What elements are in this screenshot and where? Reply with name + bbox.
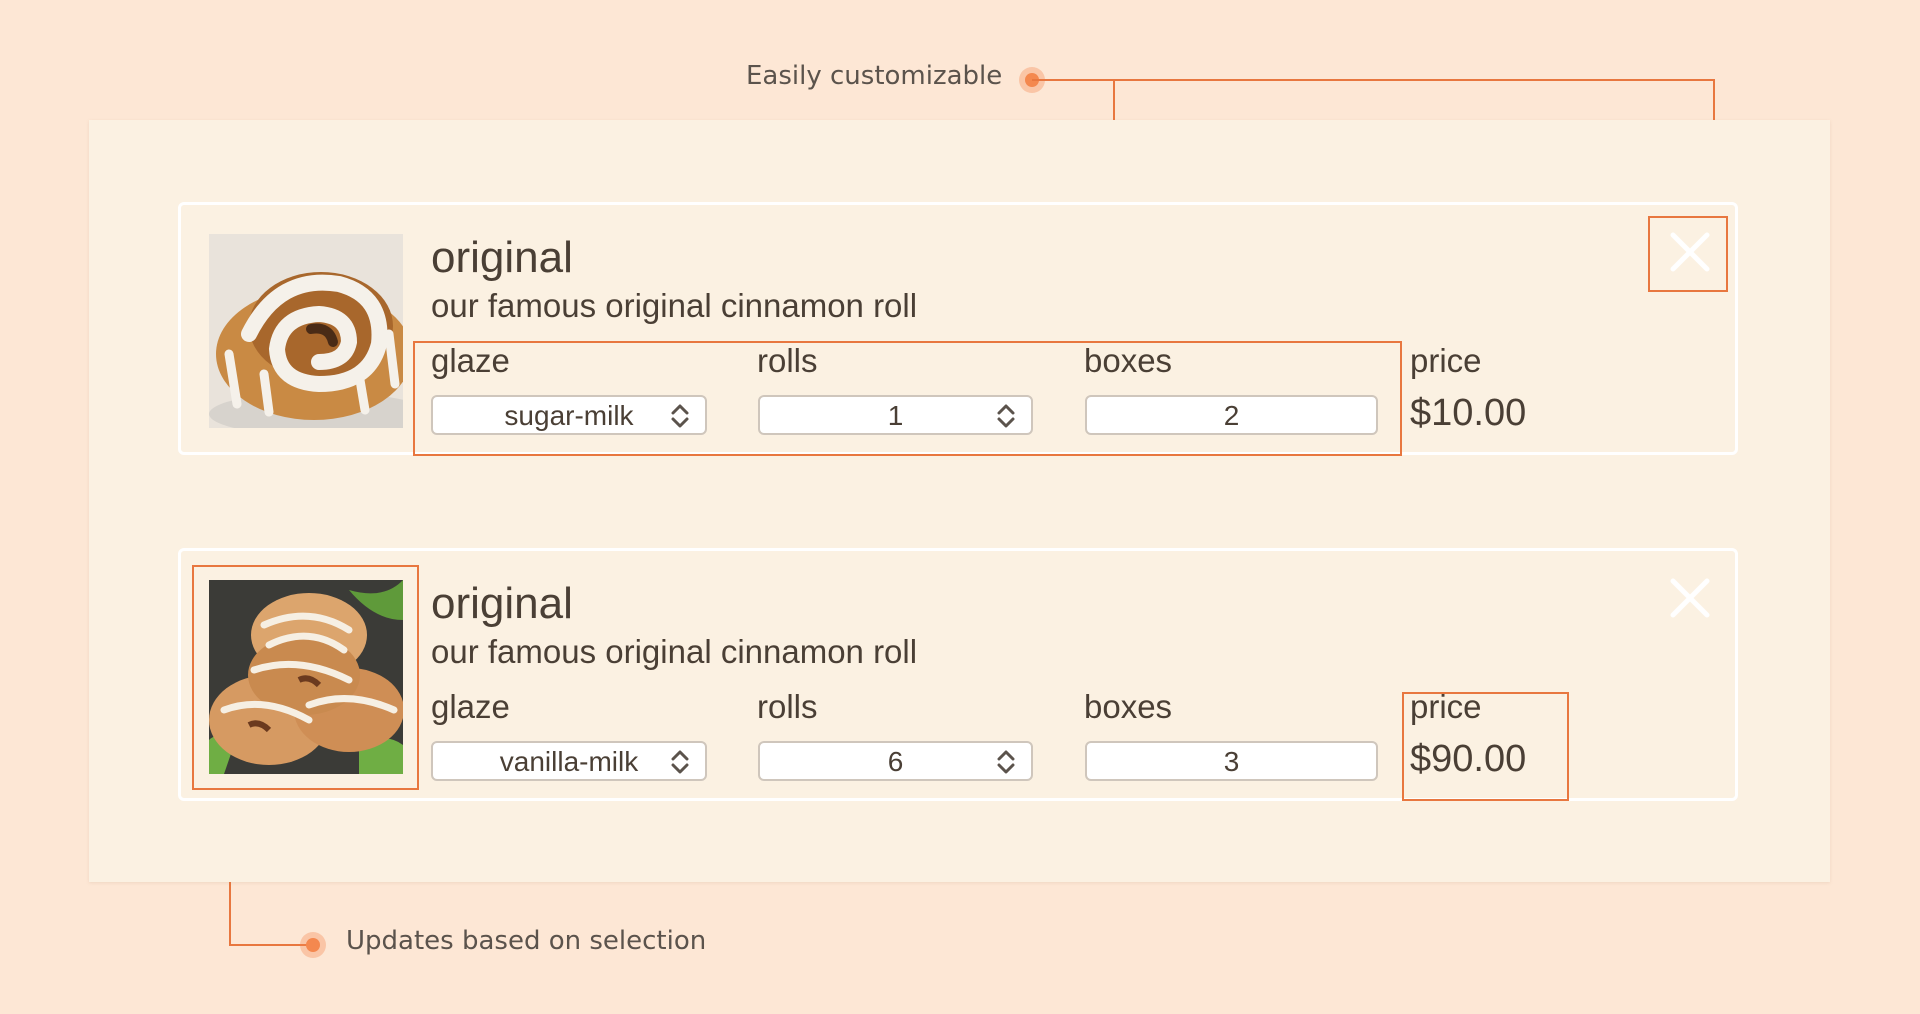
annotation-easily-customizable: Easily customizable	[746, 61, 1003, 91]
price-value: $10.00	[1410, 392, 1527, 434]
boxes-input[interactable]: 3	[1085, 741, 1378, 781]
highlight-remove-button	[1648, 216, 1728, 292]
close-icon	[1670, 578, 1710, 618]
product-image-glazed-roll	[209, 234, 403, 428]
glaze-select-value: vanilla-milk	[499, 746, 639, 777]
glaze-select[interactable]: vanilla-milk	[431, 741, 707, 781]
product-title: original	[431, 233, 573, 282]
highlight-product-image	[192, 565, 419, 790]
product-description: our famous original cinnamon roll	[431, 287, 918, 324]
boxes-input-value: 3	[1223, 746, 1240, 777]
remove-item-button[interactable]	[1665, 573, 1715, 623]
highlight-options	[413, 341, 1402, 456]
price-label: price	[1410, 342, 1482, 379]
annotation-updates-based-on-selection: Updates based on selection	[346, 926, 707, 956]
product-description: our famous original cinnamon roll	[431, 633, 918, 670]
rolls-select[interactable]: 6	[758, 741, 1033, 781]
glaze-label: glaze	[431, 688, 510, 725]
rolls-select-value: 6	[887, 746, 904, 777]
connector-line	[1032, 79, 1714, 81]
product-title: original	[431, 579, 573, 628]
stepper-icon	[997, 750, 1015, 774]
annotation-dot-bottom	[306, 938, 320, 952]
stepper-icon	[671, 750, 689, 774]
rolls-label: rolls	[757, 688, 818, 725]
connector-line	[229, 944, 313, 946]
highlight-price	[1402, 692, 1569, 801]
boxes-label: boxes	[1084, 688, 1173, 725]
